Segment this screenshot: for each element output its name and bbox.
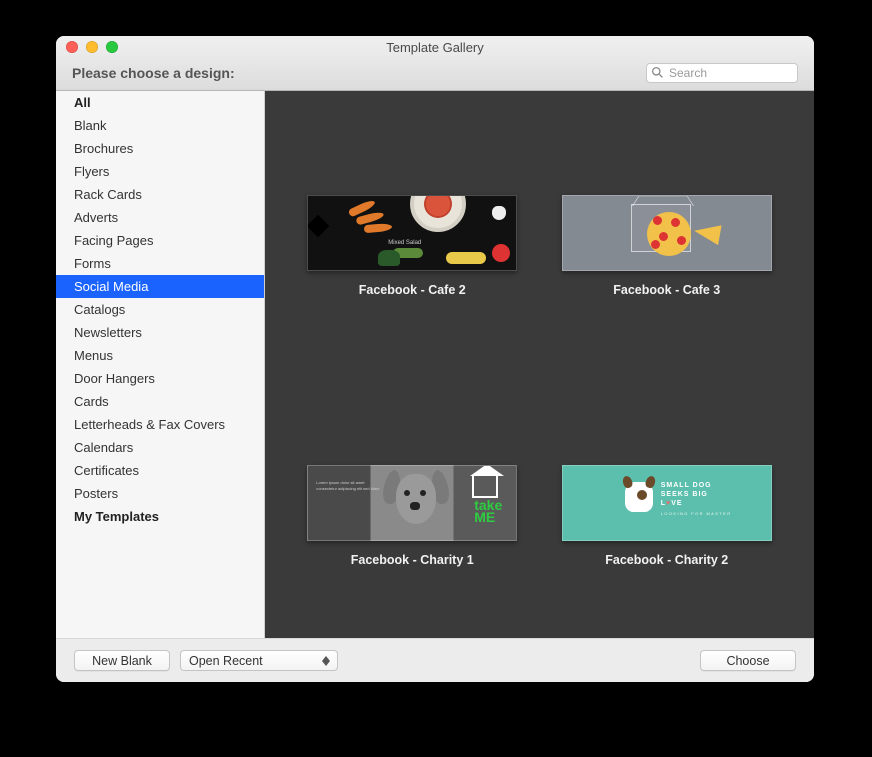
- zoom-button[interactable]: [106, 41, 118, 53]
- dog-graphic: [386, 468, 446, 540]
- new-blank-button[interactable]: New Blank: [74, 650, 170, 671]
- sidebar-item-certificates[interactable]: Certificates: [56, 459, 264, 482]
- close-button[interactable]: [66, 41, 78, 53]
- toolbar: Please choose a design:: [56, 59, 814, 91]
- template-gallery[interactable]: Mixed Salad Facebook - Cafe 2 Facebook -…: [265, 91, 814, 638]
- search-field-wrap: [646, 63, 798, 83]
- template-item-charity-1[interactable]: Lorem ipsum dolor sit amet consectetur a…: [285, 381, 540, 638]
- sidebar-item-adverts[interactable]: Adverts: [56, 206, 264, 229]
- search-icon: [651, 66, 664, 79]
- sidebar-item-my-templates[interactable]: My Templates: [56, 505, 264, 528]
- template-thumbnail: [562, 195, 772, 271]
- house-icon: [472, 476, 498, 498]
- template-item-cafe-2[interactable]: Mixed Salad Facebook - Cafe 2: [285, 111, 540, 381]
- category-sidebar: AllBlankBrochuresFlyersRack CardsAdverts…: [56, 91, 265, 638]
- sidebar-item-flyers[interactable]: Flyers: [56, 160, 264, 183]
- template-item-cafe-3[interactable]: Facebook - Cafe 3: [540, 111, 795, 381]
- template-gallery-window: Template Gallery Please choose a design:…: [56, 36, 814, 682]
- open-recent-label: Open Recent: [189, 654, 263, 668]
- sidebar-item-all[interactable]: All: [56, 91, 264, 114]
- open-recent-dropdown[interactable]: Open Recent: [180, 650, 338, 671]
- sidebar-item-calendars[interactable]: Calendars: [56, 436, 264, 459]
- traffic-lights: [66, 41, 118, 53]
- thumbnail-blurb: Lorem ipsum dolor sit amet consectetur a…: [316, 480, 380, 491]
- sidebar-item-menus[interactable]: Menus: [56, 344, 264, 367]
- template-thumbnail: Lorem ipsum dolor sit amet consectetur a…: [307, 465, 517, 541]
- sidebar-item-door-hangers[interactable]: Door Hangers: [56, 367, 264, 390]
- template-thumbnail: Mixed Salad: [307, 195, 517, 271]
- titlebar: Template Gallery: [56, 36, 814, 59]
- choose-button[interactable]: Choose: [700, 650, 796, 671]
- template-label: Facebook - Charity 2: [605, 553, 728, 567]
- template-grid: Mixed Salad Facebook - Cafe 2 Facebook -…: [265, 91, 814, 638]
- window-title: Template Gallery: [56, 40, 814, 55]
- sidebar-item-forms[interactable]: Forms: [56, 252, 264, 275]
- search-input[interactable]: [646, 63, 798, 83]
- template-item-charity-2[interactable]: SMALL DOG SEEKS BIG L♥VE LOOKING FOR MAS…: [540, 381, 795, 638]
- template-label: Facebook - Charity 1: [351, 553, 474, 567]
- thumbnail-slogan: SMALL DOG SEEKS BIG L♥VE LOOKING FOR MAS…: [661, 482, 732, 516]
- sidebar-item-brochures[interactable]: Brochures: [56, 137, 264, 160]
- template-label: Facebook - Cafe 2: [359, 283, 466, 297]
- updown-chevron-icon: [319, 652, 333, 669]
- sidebar-item-letterheads-fax-covers[interactable]: Letterheads & Fax Covers: [56, 413, 264, 436]
- sidebar-item-rack-cards[interactable]: Rack Cards: [56, 183, 264, 206]
- sidebar-item-blank[interactable]: Blank: [56, 114, 264, 137]
- footer: New Blank Open Recent Choose: [56, 638, 814, 682]
- take-me-text: take ME: [474, 500, 502, 524]
- minimize-button[interactable]: [86, 41, 98, 53]
- sidebar-item-social-media[interactable]: Social Media: [56, 275, 264, 298]
- sidebar-item-posters[interactable]: Posters: [56, 482, 264, 505]
- sidebar-item-facing-pages[interactable]: Facing Pages: [56, 229, 264, 252]
- template-label: Facebook - Cafe 3: [613, 283, 720, 297]
- sidebar-item-catalogs[interactable]: Catalogs: [56, 298, 264, 321]
- body: AllBlankBrochuresFlyersRack CardsAdverts…: [56, 91, 814, 638]
- thumbnail-caption: Mixed Salad: [388, 240, 421, 246]
- template-thumbnail: SMALL DOG SEEKS BIG L♥VE LOOKING FOR MAS…: [562, 465, 772, 541]
- sidebar-item-newsletters[interactable]: Newsletters: [56, 321, 264, 344]
- choose-design-label: Please choose a design:: [72, 65, 235, 81]
- sidebar-item-cards[interactable]: Cards: [56, 390, 264, 413]
